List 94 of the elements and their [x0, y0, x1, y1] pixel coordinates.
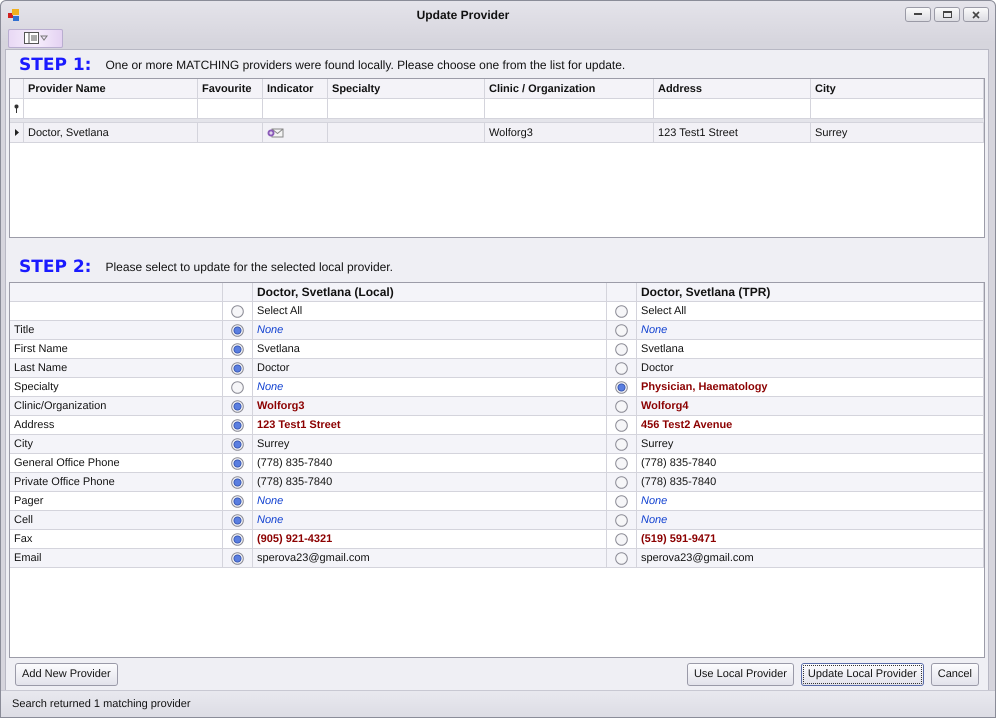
field-value: None [641, 514, 668, 526]
window-title: Update Provider [416, 8, 510, 22]
field-value: (905) 921-4321 [257, 533, 332, 545]
radio-button[interactable] [615, 476, 628, 488]
table-cell: Doctor, Svetlana [24, 123, 198, 143]
radio-button[interactable] [231, 324, 244, 336]
column-header[interactable]: Provider Name [24, 79, 198, 99]
app-icon [7, 8, 21, 22]
field-value: Doctor [257, 362, 290, 374]
column-header[interactable]: Favourite [198, 79, 263, 99]
radio-button[interactable] [231, 304, 244, 318]
close-button[interactable] [963, 7, 989, 22]
radio-button[interactable] [615, 362, 628, 374]
radio-button[interactable] [615, 552, 628, 564]
layout-dropdown-button[interactable] [8, 28, 63, 48]
radio-button[interactable] [231, 476, 244, 488]
radio-button[interactable] [231, 380, 244, 394]
field-label: Title [10, 321, 223, 340]
dialog-button[interactable]: Add New Provider [15, 662, 118, 686]
column-header[interactable]: Specialty [328, 79, 485, 99]
field-value: (778) 835-7840 [257, 457, 332, 469]
step-instruction: Please select to update for the selected local provider. [105, 260, 393, 274]
field-value: (519) 591-9471 [641, 533, 716, 545]
field-value: None [257, 381, 284, 393]
radio-button[interactable] [615, 494, 628, 508]
field-value: (778) 835-7840 [641, 457, 716, 469]
field-value: Wolforg3 [257, 400, 304, 412]
dialog-button[interactable]: Update Local Provider [800, 662, 924, 686]
dialog-button[interactable]: Cancel [930, 662, 979, 686]
maximize-button[interactable] [934, 7, 960, 22]
field-value: None [257, 324, 284, 336]
field-value: (778) 835-7840 [641, 476, 716, 488]
radio-button[interactable] [231, 532, 244, 546]
field-value: 123 Test1 Street [257, 419, 341, 431]
field-label: Private Office Phone [10, 473, 223, 492]
radio-button[interactable] [615, 418, 628, 432]
field-label: Email [10, 549, 223, 568]
field-value: Surrey [641, 438, 674, 450]
filter-icon [14, 104, 19, 113]
field-label: Last Name [10, 359, 223, 378]
field-value: 456 Test2 Avenue [641, 419, 732, 431]
field-value: Surrey [257, 438, 290, 450]
source-header: Doctor, Svetlana (Local) [253, 283, 607, 302]
radio-button[interactable] [615, 380, 628, 394]
field-value: None [257, 514, 284, 526]
radio-button[interactable] [231, 400, 244, 412]
radio-button[interactable] [615, 514, 628, 526]
radio-button[interactable] [615, 342, 628, 356]
dialog-button[interactable]: Use Local Provider [686, 662, 794, 686]
radio-button[interactable] [231, 456, 244, 470]
field-value: Physician, Haematology [641, 381, 768, 393]
table-cell: 123 Test1 Street [654, 123, 811, 143]
radio-button[interactable] [615, 304, 628, 318]
radio-button[interactable] [231, 418, 244, 432]
field-value: (778) 835-7840 [257, 476, 332, 488]
table-cell: Wolforg3 [485, 123, 654, 143]
field-value: Wolforg4 [641, 400, 688, 412]
field-value: Doctor [641, 362, 674, 374]
field-value: sperova23@gmail.com [257, 552, 370, 564]
table-cell: Surrey [811, 123, 984, 143]
field-label: Clinic/Organization [10, 397, 223, 416]
radio-button[interactable] [615, 324, 628, 336]
source-header: Doctor, Svetlana (TPR) [637, 283, 984, 302]
radio-button[interactable] [231, 514, 244, 526]
close-icon [972, 10, 980, 18]
field-label: Cell [10, 511, 223, 530]
column-header[interactable]: Clinic / Organization [485, 79, 654, 99]
step-heading: STEP 1: [19, 55, 92, 75]
radio-button[interactable] [231, 362, 244, 374]
radio-button[interactable] [231, 552, 244, 564]
step-instruction: One or more MATCHING providers were found locally. Please choose one from the list for update. [105, 58, 626, 72]
layout-icon [24, 32, 48, 44]
field-label: City [10, 435, 223, 454]
maximize-icon [942, 11, 952, 18]
column-header[interactable]: Address [654, 79, 811, 99]
column-header[interactable]: Indicator [263, 79, 328, 99]
status-text: Search returned 1 matching provider [12, 698, 191, 710]
radio-button[interactable] [231, 438, 244, 450]
minimize-button[interactable] [905, 7, 931, 22]
radio-button[interactable] [615, 456, 628, 470]
radio-button[interactable] [615, 532, 628, 546]
field-value: Svetlana [641, 343, 684, 355]
radio-button[interactable] [615, 438, 628, 450]
field-value: sperova23@gmail.com [641, 552, 754, 564]
minimize-icon [914, 13, 922, 16]
radio-button[interactable] [615, 400, 628, 412]
column-header[interactable]: City [811, 79, 984, 99]
field-value: Svetlana [257, 343, 300, 355]
radio-button[interactable] [231, 342, 244, 356]
field-value: None [641, 495, 668, 507]
step-heading: STEP 2: [19, 257, 92, 277]
radio-button[interactable] [231, 494, 244, 508]
field-value: None [641, 324, 668, 336]
field-value: None [257, 495, 284, 507]
